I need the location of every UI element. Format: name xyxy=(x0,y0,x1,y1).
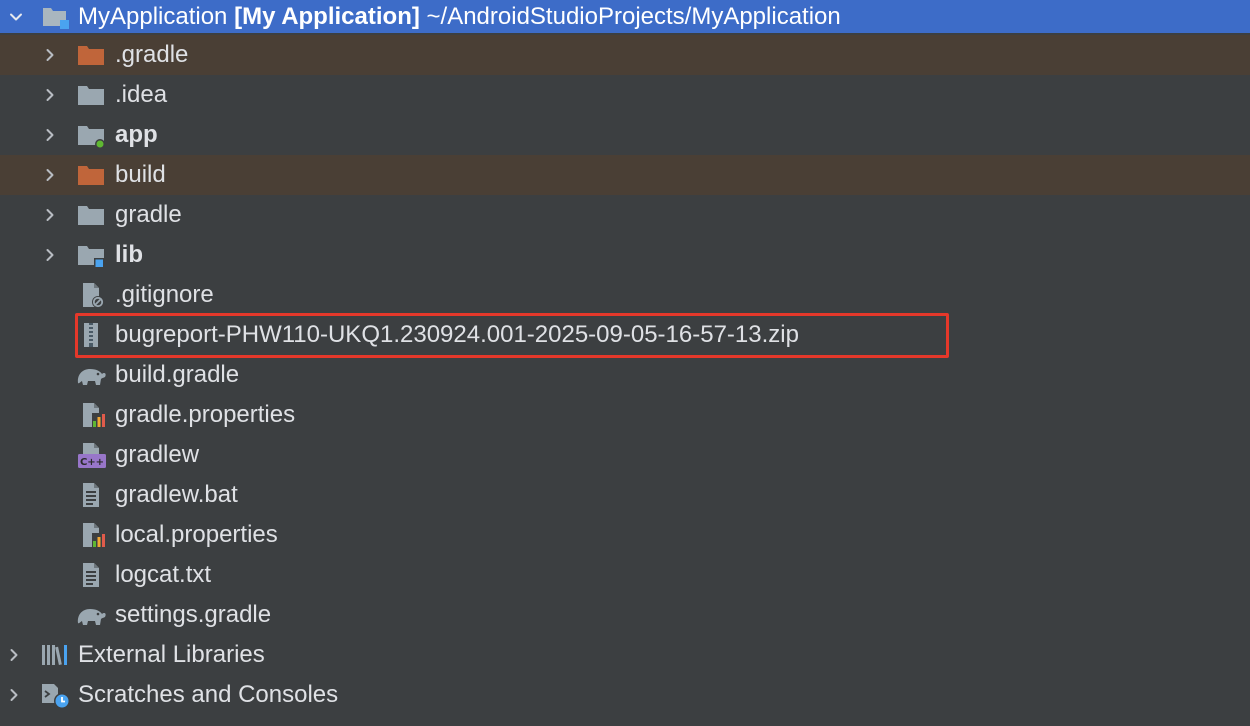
tree-item-local-properties[interactable]: local.properties xyxy=(0,515,1250,555)
tree-item-scratches-and-consoles[interactable]: Scratches and Consoles xyxy=(0,675,1250,715)
libraries-icon xyxy=(40,641,70,669)
chevron-right-icon[interactable] xyxy=(40,205,60,225)
tree-item-label: bugreport-PHW110-UKQ1.230924.001-2025-09… xyxy=(115,321,799,348)
tree-item-label: local.properties xyxy=(115,521,278,548)
chevron-right-icon[interactable] xyxy=(40,85,60,105)
tree-item-label: app xyxy=(115,121,158,148)
chevron-down-icon[interactable] xyxy=(6,7,26,27)
text-file-icon xyxy=(78,481,108,509)
tree-item-label: settings.gradle xyxy=(115,601,272,628)
text-file-icon xyxy=(78,561,108,589)
zip-archive-icon xyxy=(78,321,108,349)
tree-item-settings-gradle[interactable]: settings.gradle xyxy=(0,595,1250,635)
properties-file-icon xyxy=(78,401,108,429)
tree-item-label: build xyxy=(115,161,166,188)
tree-item-bugreport-zip[interactable]: bugreport-PHW110-UKQ1.230924.001-2025-09… xyxy=(0,315,1250,355)
tree-item-lib[interactable]: lib xyxy=(0,235,1250,275)
script-file-icon: C++ xyxy=(78,441,108,469)
tree-item-gradlew[interactable]: C++ gradlew xyxy=(0,435,1250,475)
tree-item-label: gradlew xyxy=(115,441,200,468)
tree-item-build[interactable]: build xyxy=(0,155,1250,195)
tree-item-label: gradlew.bat xyxy=(115,481,238,508)
properties-file-icon xyxy=(78,521,108,549)
tree-item-app[interactable]: app xyxy=(0,115,1250,155)
root-name: MyApplication xyxy=(78,2,228,30)
project-folder-icon xyxy=(40,3,70,31)
tree-item-gradle-properties[interactable]: gradle.properties xyxy=(0,395,1250,435)
chevron-right-icon[interactable] xyxy=(40,45,60,65)
chevron-right-icon[interactable] xyxy=(40,245,60,265)
root-module-name: [My Application] xyxy=(234,2,420,30)
chevron-right-icon[interactable] xyxy=(40,165,60,185)
root-path: ~/AndroidStudioProjects/MyApplication xyxy=(426,2,841,30)
module-folder-icon xyxy=(76,121,106,149)
tree-item-gitignore[interactable]: .gitignore xyxy=(0,275,1250,315)
tree-item-label: External Libraries xyxy=(78,641,265,668)
tree-item-label: .gitignore xyxy=(115,281,214,308)
tree-item-label: logcat.txt xyxy=(115,561,212,588)
tree-item-gradlew-bat[interactable]: gradlew.bat xyxy=(0,475,1250,515)
tree-item-gradle[interactable]: gradle xyxy=(0,195,1250,235)
project-tree: MyApplication [My Application] ~/Android… xyxy=(0,0,1250,726)
tree-root-myapplication[interactable]: MyApplication [My Application] ~/Android… xyxy=(0,0,1250,33)
tree-item-logcat-txt[interactable]: logcat.txt xyxy=(0,555,1250,595)
gradle-elephant-icon xyxy=(74,361,106,389)
scratches-icon xyxy=(40,681,70,709)
tree-item-dot-gradle[interactable]: .gradle xyxy=(0,35,1250,75)
tree-item-label: gradle xyxy=(115,201,182,228)
folder-icon xyxy=(76,201,106,229)
folder-excluded-icon xyxy=(76,161,106,189)
chevron-right-icon[interactable] xyxy=(40,125,60,145)
tree-item-label: build.gradle xyxy=(115,361,240,388)
chevron-right-icon[interactable] xyxy=(4,645,24,665)
tree-item-label: gradle.properties xyxy=(115,401,296,428)
folder-icon xyxy=(76,81,106,109)
library-module-icon xyxy=(76,241,106,269)
tree-item-external-libraries[interactable]: External Libraries xyxy=(0,635,1250,675)
chevron-right-icon[interactable] xyxy=(4,685,24,705)
ignore-file-icon xyxy=(78,281,108,309)
tree-item-build-gradle[interactable]: build.gradle xyxy=(0,355,1250,395)
svg-text:C++: C++ xyxy=(80,457,104,468)
tree-item-dot-idea[interactable]: .idea xyxy=(0,75,1250,115)
folder-excluded-icon xyxy=(76,41,106,69)
tree-item-label: .gradle xyxy=(115,41,189,68)
gradle-elephant-icon xyxy=(74,601,106,629)
tree-item-label: lib xyxy=(115,241,143,268)
tree-item-label: Scratches and Consoles xyxy=(78,681,339,708)
tree-item-label: .idea xyxy=(115,81,168,108)
